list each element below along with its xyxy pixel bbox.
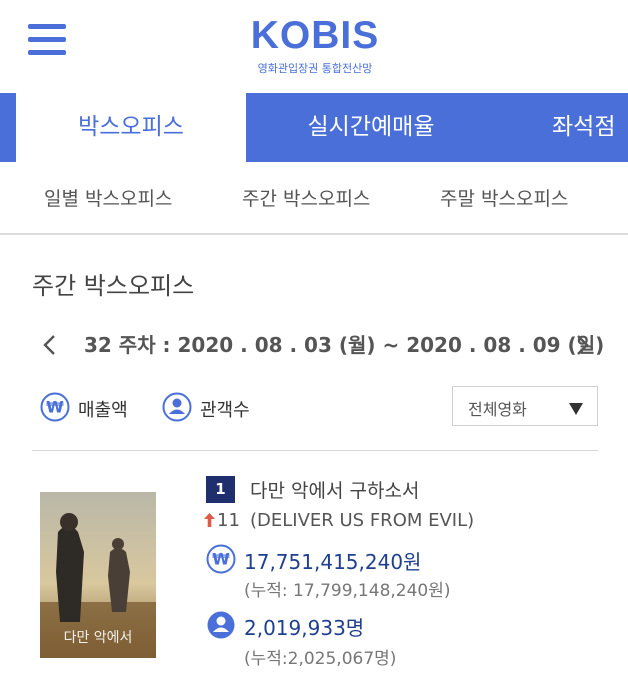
kobis-logo[interactable]: KOBIS 영화관입장권 통합전산망 xyxy=(240,16,390,76)
logo-title: KOBIS xyxy=(250,14,380,57)
section-title: 주간 박스오피스 xyxy=(32,272,195,300)
svg-text:₩: ₩ xyxy=(212,550,230,569)
rank-badge: 1 xyxy=(206,476,235,503)
divider xyxy=(0,233,628,235)
won-icon: ₩ xyxy=(40,392,70,426)
won-icon: ₩ xyxy=(206,544,236,578)
hamburger-menu-icon[interactable] xyxy=(28,24,68,62)
audience-cumulative: (누적:2,025,067명) xyxy=(244,649,397,669)
movie-poster[interactable]: 다만 악에서 xyxy=(40,492,156,658)
week-navigator: 32 주차 : 2020 . 08 . 03 (월) ~ 2020 . 08 .… xyxy=(0,327,628,363)
subtab-daily-boxoffice[interactable]: 일별 박스오피스 xyxy=(44,184,172,211)
sales-cumulative: (누적: 17,799,148,240원) xyxy=(244,581,451,601)
divider xyxy=(32,450,598,451)
svg-text:₩: ₩ xyxy=(46,398,64,417)
movie-title-english: (DELIVER US FROM EVIL) xyxy=(250,510,475,531)
tab-boxoffice[interactable]: 박스오피스 xyxy=(16,93,246,162)
svg-text:다만 악에서: 다만 악에서 xyxy=(64,630,133,646)
arrow-up-icon xyxy=(204,512,215,531)
rank-change-value: 11 xyxy=(217,510,240,531)
person-icon xyxy=(162,392,192,426)
tab-realtime-reservation[interactable]: 실시간예매율 xyxy=(246,93,496,162)
movie-filter-select[interactable]: 전체영화 xyxy=(452,386,598,426)
main-tab-bar: 박스오피스 실시간예매율 좌석점 xyxy=(0,93,628,162)
tab-seat-share[interactable]: 좌석점 xyxy=(552,93,615,162)
select-value: 전체영화 xyxy=(468,400,527,419)
chevron-right-icon[interactable] xyxy=(572,333,592,357)
week-range-label: 32 주차 : 2020 . 08 . 03 (월) ~ 2020 . 08 .… xyxy=(84,333,605,357)
filter-row: ₩ 매출액 관객수 전체영화 xyxy=(0,386,628,430)
subtab-weekend-boxoffice[interactable]: 주말 박스오피스 xyxy=(440,184,568,211)
app-header: KOBIS 영화관입장권 통합전산망 xyxy=(0,0,628,92)
person-icon xyxy=(206,610,236,644)
chevron-left-icon[interactable] xyxy=(40,333,60,357)
sales-radio-label: 매출액 xyxy=(78,400,128,421)
sales-amount: 17,751,415,240원 xyxy=(244,550,422,574)
subtab-weekly-boxoffice[interactable]: 주간 박스오피스 xyxy=(242,184,370,211)
logo-subtitle: 영화관입장권 통합전산망 xyxy=(257,62,373,75)
movie-title-korean[interactable]: 다만 악에서 구하소서 xyxy=(250,476,419,503)
sub-tab-bar: 일별 박스오피스 주간 박스오피스 주말 박스오피스 xyxy=(0,168,628,228)
caret-down-icon xyxy=(569,400,583,419)
audience-radio-label: 관객수 xyxy=(200,400,250,421)
movie-list-item[interactable]: 다만 악에서 1 다만 악에서 구하소서 11 (DELIVER US FROM… xyxy=(0,470,628,695)
audience-count: 2,019,933명 xyxy=(244,616,365,640)
